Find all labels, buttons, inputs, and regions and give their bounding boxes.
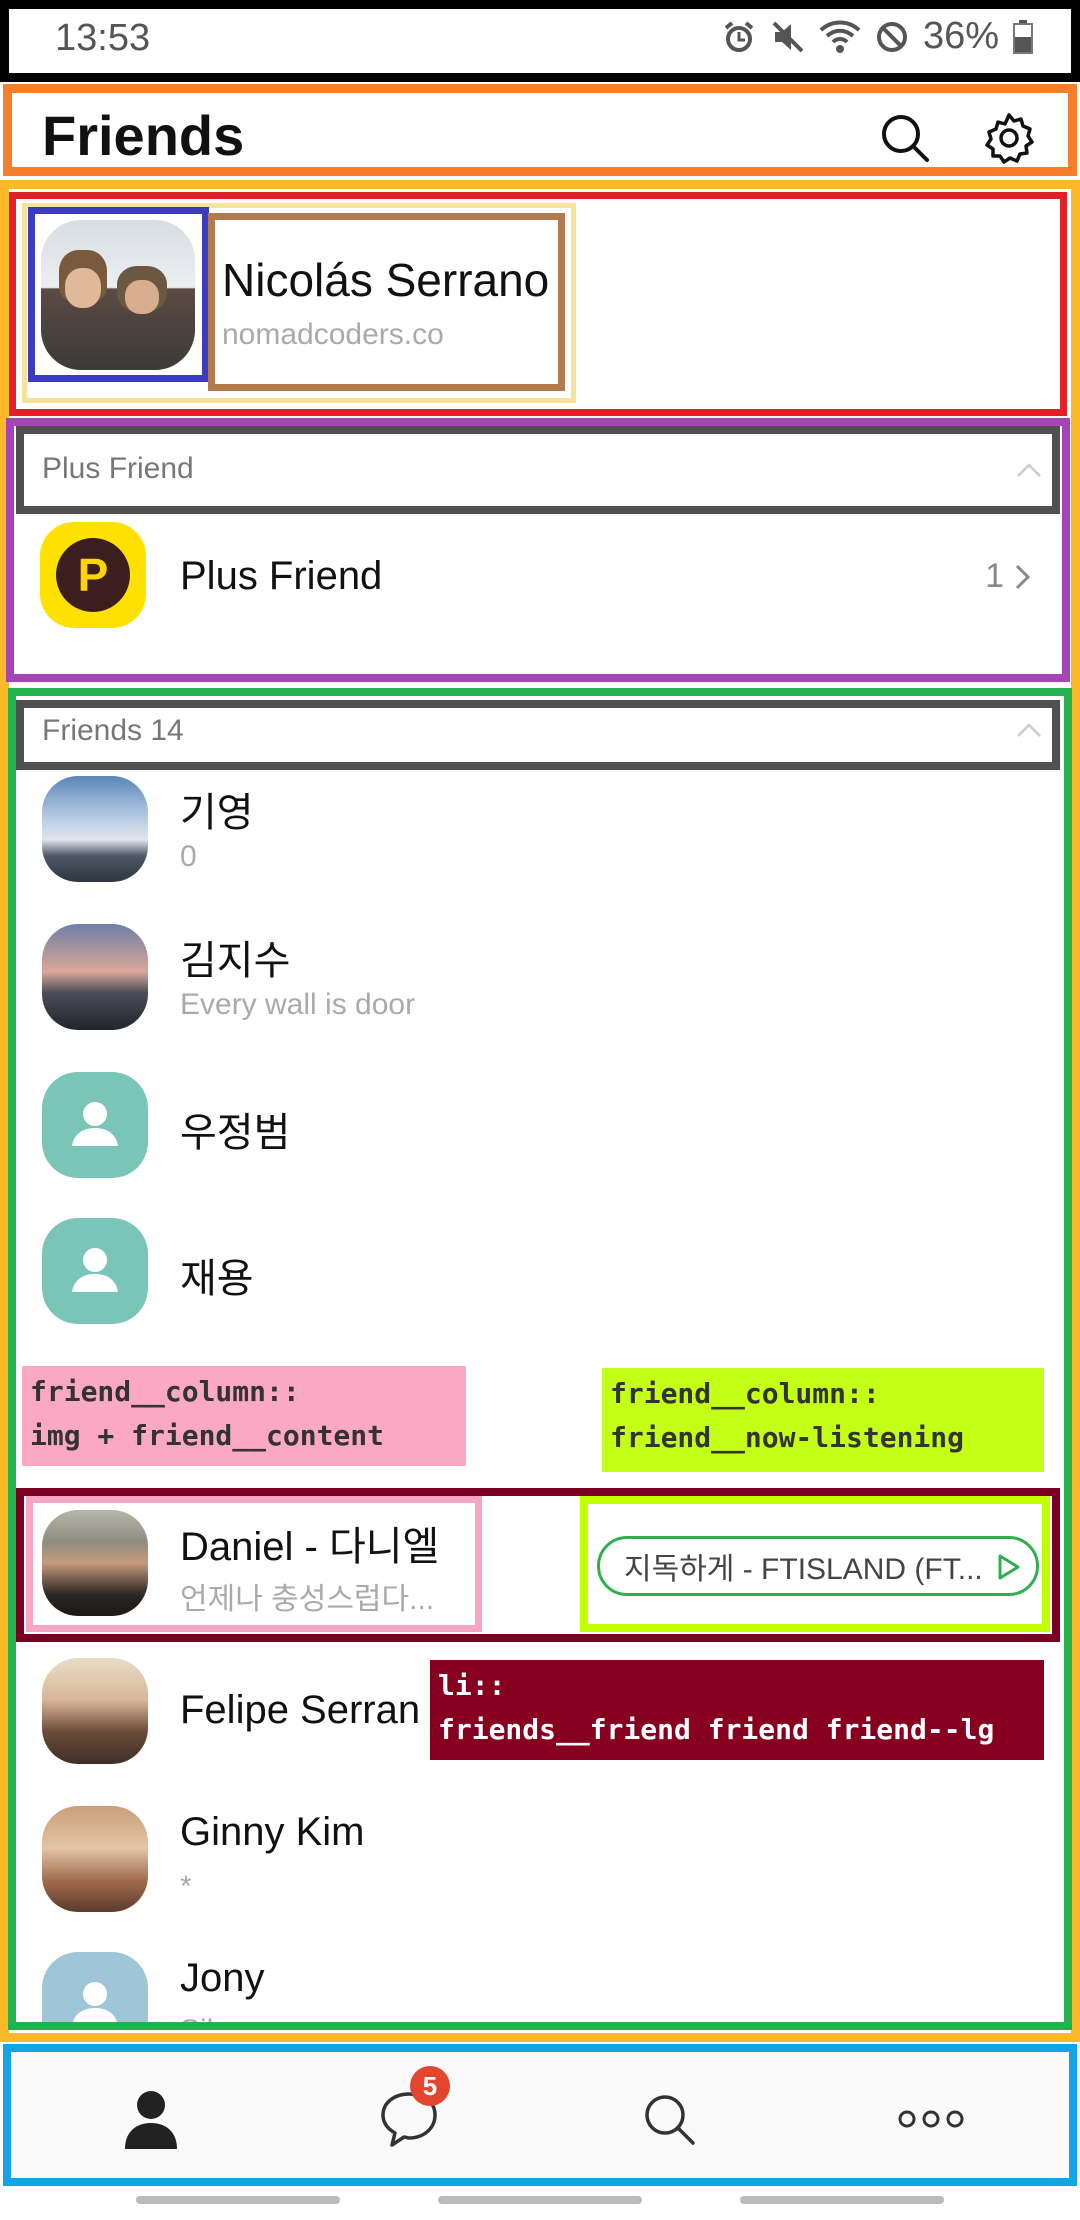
annotation-now-listening: friend__column:: friend__now-listening [602,1368,1044,1472]
page-title: Friends [42,104,245,167]
avatar[interactable] [42,1658,148,1764]
annotation-line: friend__now-listening [610,1421,965,1454]
plus-friend-name[interactable]: Plus Friend [180,554,382,599]
friend-status: 0 [180,840,197,873]
unread-badge: 5 [410,2066,450,2106]
friend-name[interactable]: 재용 [180,1246,254,1304]
status-time: 13:53 [55,17,151,59]
person-icon [125,2091,177,2149]
count-value: 1 [985,557,1004,595]
gear-icon[interactable] [982,111,1036,165]
friend-status: * [180,1870,192,1903]
default-user-icon [72,1102,118,1146]
gesture-hint [740,2196,944,2204]
avatar[interactable] [42,1218,148,1324]
annotation-line: li:: [438,1669,506,1702]
app-header: Friends [3,84,1077,176]
battery-icon [1013,19,1033,54]
annotation-friend-column: friend__column:: img + friend__content [22,1366,466,1466]
friend-name[interactable]: 기영 [180,780,254,838]
plus-friend-header[interactable]: Plus Friend [16,426,1060,514]
friends-section [8,688,1072,2030]
chevron-right-icon [1015,564,1031,589]
wifi-icon [819,20,861,53]
friend-name[interactable]: Jony [180,1956,265,2001]
avatar[interactable] [42,776,148,882]
gesture-hint [136,2196,340,2204]
status-icons: 36% [721,15,1033,58]
gesture-hint [438,2196,642,2204]
annotation-line: img + friend__content [30,1419,385,1452]
search-icon [645,2095,695,2145]
section-title: Plus Friend [42,452,194,485]
default-user-icon [72,1982,118,2022]
avatar[interactable] [41,220,195,370]
friend-status: Every wall is door [180,988,416,1021]
nav-more[interactable] [896,2084,966,2154]
avatar[interactable] [42,1072,148,1178]
default-user-icon [72,1248,118,1292]
friend-name[interactable]: 김지수 [180,928,290,986]
friend-row-clipped: Jony Silence [16,1940,1060,2022]
search-icon[interactable] [878,111,932,165]
section-title: Friends 14 [42,714,184,747]
status-bar: 13:53 36% [0,0,1080,82]
chevron-up-icon [1017,723,1041,737]
nav-search[interactable] [634,2084,704,2154]
friend-name[interactable]: Ginny Kim [180,1810,365,1855]
more-dots-icon [898,2110,964,2128]
battery-percent: 36% [922,15,999,57]
avatar[interactable] [42,1806,148,1912]
friends-header[interactable]: Friends 14 [16,700,1060,770]
do-not-disturb-icon [876,21,907,52]
plus-friend-count[interactable]: 1 [985,557,1032,596]
avatar[interactable] [42,924,148,1030]
p-icon: P [56,538,130,612]
nav-friends[interactable] [116,2084,186,2154]
alarm-icon [724,20,754,52]
annotation-line: friend__column:: [30,1375,300,1408]
friend-name[interactable]: Felipe Serran [180,1688,420,1733]
now-listening-text: 지독하게 - FTISLAND (FT... [624,1553,983,1586]
play-icon [998,1554,1020,1580]
friend-status: Silence [180,2014,278,2022]
avatar[interactable] [42,1510,148,1616]
profile-name: Nicolás Serrano [222,254,550,306]
profile-subtitle: nomadcoders.co [222,318,444,351]
chevron-up-icon [1017,463,1041,477]
annotation-li: li:: friends__friend friend friend--lg [430,1660,1044,1760]
plus-friend-logo: P [40,522,146,628]
annotation-line: friend__column:: [610,1377,880,1410]
friend-name[interactable]: 우정범 [180,1100,290,1158]
mute-icon [772,21,804,52]
friend-status: 언제나 충성스럽다... [180,1583,435,1616]
friend-name[interactable]: Daniel - 다니엘 [180,1514,439,1572]
now-listening-button[interactable]: 지독하게 - FTISLAND (FT... [597,1536,1039,1596]
annotation-line: friends__friend friend friend--lg [438,1713,995,1746]
avatar[interactable] [42,1952,148,2022]
profile-avatar-frame [28,207,209,382]
